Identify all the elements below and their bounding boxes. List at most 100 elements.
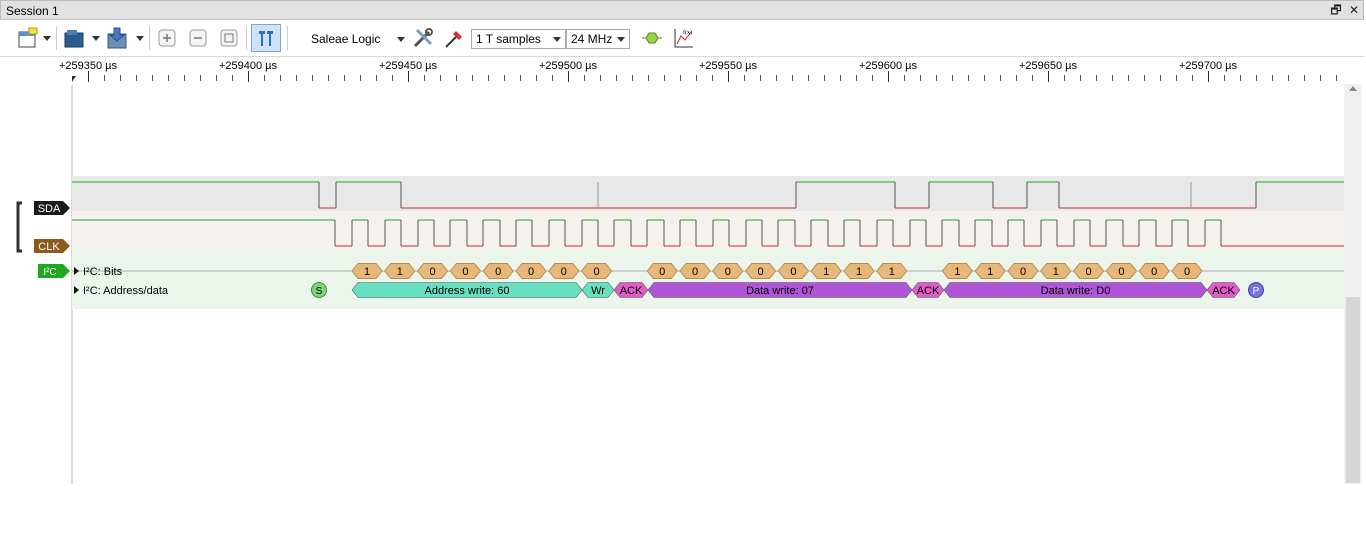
decoded-frame[interactable]: ACK <box>911 282 945 298</box>
frame-text: ACK <box>1212 285 1235 297</box>
bit-marker[interactable]: 0 <box>1105 263 1138 279</box>
bit-marker[interactable]: 0 <box>449 263 482 279</box>
bit-marker[interactable]: 0 <box>580 263 613 279</box>
bit-value: 0 <box>1020 266 1026 278</box>
bit-marker[interactable]: 0 <box>1138 263 1170 279</box>
device-settings-icon[interactable] <box>410 24 436 52</box>
stop-text: P <box>1253 286 1260 297</box>
bit-marker[interactable]: 1 <box>810 263 842 279</box>
bit-value: 1 <box>1053 266 1059 278</box>
bit-marker[interactable]: 0 <box>482 263 514 279</box>
bit-marker[interactable]: 1 <box>974 263 1006 279</box>
open-file-dropdown[interactable] <box>90 24 102 52</box>
bit-marker[interactable]: 0 <box>548 263 580 279</box>
scroll-up-icon[interactable] <box>1349 86 1357 91</box>
new-session-dropdown[interactable] <box>41 24 53 52</box>
frame-text: ACK <box>917 285 940 297</box>
decoded-frame[interactable]: ACK <box>1206 282 1241 298</box>
data-row-label: I²C: Address/data <box>83 285 169 297</box>
snap-cursor-icon[interactable] <box>251 24 281 52</box>
restore-icon[interactable]: 🗗 <box>1329 3 1343 17</box>
zoom-in-icon[interactable] <box>155 24 179 52</box>
device-name[interactable]: Saleae Logic <box>311 32 380 46</box>
ruler-label: +259600 µs <box>859 60 918 72</box>
waveform-view: +259350 µs +259400 µs +259450 µs +259500 µs… <box>16 60 1344 484</box>
frame-text: Data write: 07 <box>746 285 814 297</box>
bit-value: 1 <box>954 266 960 278</box>
bit-value: 0 <box>659 266 665 278</box>
samples-select[interactable]: 1 T samples <box>471 29 566 49</box>
toolbar-separator <box>149 26 150 50</box>
bit-marker[interactable]: 1 <box>351 263 383 279</box>
new-session-icon[interactable] <box>14 24 40 52</box>
decoded-frame[interactable]: ACK <box>613 282 649 298</box>
bit-value: 0 <box>462 266 468 278</box>
zoom-out-icon[interactable] <box>186 24 210 52</box>
bit-marker[interactable]: 1 <box>941 263 974 279</box>
decoded-frame[interactable]: Data write: D0 <box>943 282 1208 298</box>
bit-marker[interactable]: 1 <box>1040 263 1072 279</box>
bits-row-label: I²C: Bits <box>83 266 123 278</box>
bit-value: 0 <box>1184 266 1190 278</box>
bit-value: 0 <box>594 266 600 278</box>
ruler-label: +259700 µs <box>1179 60 1238 72</box>
save-icon[interactable] <box>104 24 132 52</box>
bit-marker[interactable]: 0 <box>646 263 678 279</box>
channel-name-sda: SDA <box>38 203 61 215</box>
decoded-frame[interactable]: Address write: 60 <box>351 282 583 298</box>
ruler-label: +259450 µs <box>379 60 438 72</box>
bit-value: 0 <box>495 266 501 278</box>
window-titlebar: Session 1 🗗 ✕ <box>0 0 1364 20</box>
bit-value: 0 <box>758 266 764 278</box>
bit-marker[interactable]: 0 <box>679 263 711 279</box>
toolbar-separator <box>287 26 288 50</box>
open-file-icon[interactable] <box>62 24 88 52</box>
channel-group-bracket <box>16 201 22 253</box>
bit-marker[interactable]: 0 <box>1171 263 1203 279</box>
bit-value: 0 <box>1086 266 1092 278</box>
samples-value: 1 T samples <box>476 32 541 46</box>
zoom-fit-icon[interactable] <box>217 24 241 52</box>
clk-track[interactable] <box>72 211 1344 249</box>
stop-marker[interactable]: P <box>1248 282 1264 298</box>
bit-value: 1 <box>823 266 829 278</box>
toolbar-separator <box>56 26 57 50</box>
bit-marker[interactable]: 0 <box>744 263 777 279</box>
svg-text:f(x): f(x) <box>683 29 692 36</box>
decoded-frame[interactable]: Data write: 07 <box>647 282 913 298</box>
bit-marker[interactable]: 1 <box>876 263 908 279</box>
bit-marker[interactable]: 0 <box>712 263 744 279</box>
toolbar: Saleae Logic 1 T samples 24 MHz f(x) <box>0 20 1364 57</box>
start-marker[interactable]: S <box>311 282 327 298</box>
ruler-label: +259400 µs <box>219 60 278 72</box>
sda-track[interactable] <box>72 176 1344 211</box>
bit-marker[interactable]: 0 <box>1007 263 1039 279</box>
probe-icon[interactable] <box>441 24 467 52</box>
bit-value: 0 <box>692 266 698 278</box>
save-dropdown[interactable] <box>134 24 146 52</box>
bit-value: 0 <box>1118 266 1124 278</box>
channel-label-clk[interactable]: CLK <box>34 239 70 253</box>
channel-label-sda[interactable]: SDA <box>34 201 70 215</box>
device-dropdown[interactable] <box>397 37 405 42</box>
frame-text: ACK <box>620 285 643 297</box>
analyzer-icon[interactable] <box>639 24 665 52</box>
bit-marker[interactable]: 0 <box>1072 263 1105 279</box>
bit-marker[interactable]: 0 <box>515 263 547 279</box>
rate-select[interactable]: 24 MHz <box>566 29 630 49</box>
bit-value: 1 <box>889 266 895 278</box>
bit-value: 1 <box>397 266 403 278</box>
ruler-label: +259500 µs <box>539 60 598 72</box>
time-ruler[interactable]: +259350 µs +259400 µs +259450 µs +259500 µs… <box>59 60 1337 82</box>
bit-marker[interactable]: 1 <box>384 263 416 279</box>
bit-marker[interactable]: 0 <box>777 263 810 279</box>
bit-marker[interactable]: 1 <box>843 263 875 279</box>
bit-marker[interactable]: 0 <box>416 263 449 279</box>
bit-value: 0 <box>430 266 436 278</box>
function-icon[interactable]: f(x) <box>671 24 697 52</box>
bit-value: 0 <box>561 266 567 278</box>
decoded-frame[interactable]: Wr <box>581 282 615 298</box>
analyzer-tag[interactable]: I²C <box>38 264 70 278</box>
close-icon[interactable]: ✕ <box>1347 3 1361 17</box>
scrollbar-thumb[interactable] <box>1346 297 1360 483</box>
